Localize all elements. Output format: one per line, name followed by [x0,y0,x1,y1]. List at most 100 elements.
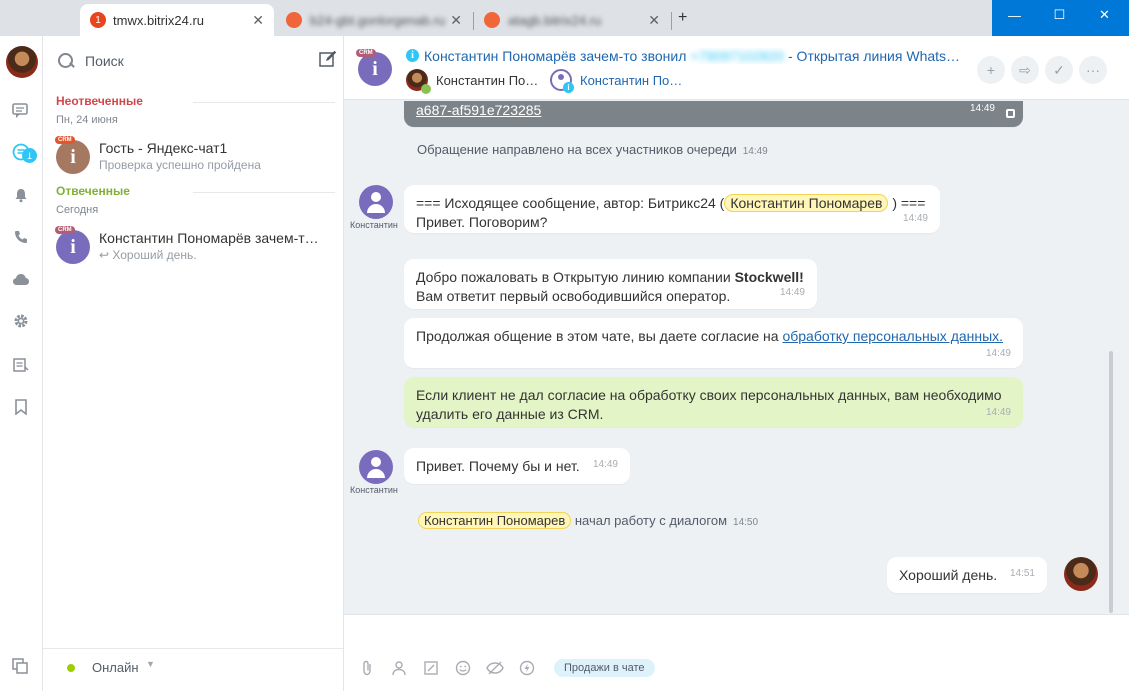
chat-list-item[interactable]: i CRM Константин Пономарёв зачем-т… ↩ Хо… [43,226,343,272]
system-notice: Константин Пономарев начал работу с диал… [418,512,759,529]
lightning-icon[interactable] [518,659,536,677]
chat-title: Гость - Яндекс-чат1 [99,140,228,156]
crm-tag: CRM [55,226,75,234]
divider [193,102,335,103]
app-rail: 1 [0,36,43,691]
contact-list-icon[interactable] [12,356,30,374]
member-avatar: i [550,69,574,93]
open-lines-icon[interactable] [12,143,30,161]
browser-tab[interactable]: atagb.bitrix24.ru ✕ [474,4,670,36]
chevron-down-icon: ▼ [146,659,155,669]
chat-panel: i CRM i Константин Пономарёв зачем-то зв… [344,36,1129,691]
chat-member[interactable]: i Константин По… [550,68,682,93]
sales-in-chat-button[interactable]: Продажи в чате [554,659,655,677]
message-text: === Исходящее сообщение, автор: Битрикс2… [416,195,725,211]
transfer-button[interactable]: ⇨ [1011,56,1039,84]
user-avatar[interactable] [1064,557,1098,591]
user-avatar[interactable] [6,46,38,78]
group-title-answered: Отвеченные [56,184,130,198]
smile-icon[interactable] [454,659,472,677]
message-bubble: Продолжая общение в этом чате, вы даете … [404,318,1023,368]
compose-icon[interactable] [319,50,337,68]
finish-dialog-button[interactable]: ✓ [1045,56,1073,84]
status-label: Онлайн [92,660,139,675]
chat-title-suffix: - Открытая линия Whats… [788,48,961,64]
add-user-button[interactable]: + [977,56,1005,84]
bell-icon[interactable] [12,186,30,204]
user-mention[interactable]: Константин Пономарев [418,512,572,529]
lock-icon [1006,109,1015,118]
message-time: 14:51 [1009,568,1035,579]
crm-tag: CRM [55,136,75,144]
message-link[interactable]: a687-af591e723285 [416,102,541,118]
gear-icon[interactable] [12,312,30,330]
message-composer: Продажи в чате [344,614,1129,691]
bitrix-favicon-icon [286,12,302,28]
chat-subtitle: Проверка успешно пройдена [99,158,261,172]
chat-title[interactable]: Константин Пономарёв зачем-то звонил +79… [424,48,964,64]
message-text: Привет. Поговорим? [416,214,548,230]
message-bubble: Если клиент не дал согласие на обработку… [404,377,1023,427]
message-bubble: Добро пожаловать в Открытую линию компан… [404,259,817,309]
message-list[interactable]: a687-af591e723285 14:49 Обращение направ… [344,101,1129,614]
quick-answers-icon[interactable] [422,659,440,677]
chat-avatar[interactable]: i [358,52,392,86]
search-input[interactable] [85,53,285,69]
chat-list-item[interactable]: i CRM Гость - Яндекс-чат1 Проверка успеш… [43,136,343,182]
new-tab-button[interactable]: + [678,9,687,27]
message-time: 14:49 [985,407,1011,418]
contact-avatar[interactable] [359,450,393,484]
user-mention[interactable]: Константин Пономарев [724,194,889,212]
message-time: 14:50 [733,517,759,528]
close-tab-icon[interactable]: ✕ [450,12,462,29]
message-bubble-own: Хороший день. 14:51 [887,557,1047,593]
chat-avatar: i [56,230,90,264]
browser-tab-active[interactable]: 1 tmwx.bitrix24.ru ✕ [80,4,274,36]
scrollbar[interactable] [1109,351,1113,613]
contact-avatar[interactable] [359,185,393,219]
message-text: Добро пожаловать в Открытую линию компан… [416,269,735,285]
attach-icon[interactable] [358,659,376,677]
header-actions: + ⇨ ✓ ··· [977,56,1107,84]
tab-title: b24-gbt.gonlorgenab.ru [310,12,446,28]
chat-subtitle: ↩ Хороший день. [99,248,197,262]
system-notice: Обращение направлено на всех участников … [417,142,768,157]
user-icon[interactable] [390,659,408,677]
search-bar[interactable] [57,50,337,72]
consent-link[interactable]: обработку персональных данных. [782,328,1003,344]
message-input[interactable] [358,621,1118,647]
cloud-disk-icon[interactable] [12,270,30,288]
composer-toolbar: Продажи в чате [358,659,655,677]
close-tab-icon[interactable]: ✕ [252,12,264,29]
hidden-message-icon[interactable] [486,659,504,677]
windows-layout-icon[interactable] [12,658,28,678]
minimize-button[interactable]: — [992,0,1037,30]
chat-member[interactable]: Константин По… [406,68,538,94]
status-selector[interactable]: Онлайн ▼ [43,648,343,688]
message-bubble: Привет. Почему бы и нет. 14:49 [404,448,630,484]
maximize-button[interactable]: ☐ [1037,0,1082,30]
tab-title: tmwx.bitrix24.ru [113,12,205,28]
info-letter: i [372,57,378,80]
bitrix-favicon-icon [484,12,500,28]
message-time: 14:49 [592,459,618,470]
phone-number-blurred: +79097102820 [690,48,785,64]
chat-bubbles-icon[interactable] [12,102,30,120]
message-time: 14:49 [969,103,995,114]
more-menu-button[interactable]: ··· [1079,56,1107,84]
phone-icon[interactable] [12,228,30,246]
info-icon: i [563,82,574,93]
message-text: Привет. Почему бы и нет. [416,458,580,474]
system-message: a687-af591e723285 14:49 [404,101,1023,127]
browser-tab[interactable]: b24-gbt.gonlorgenab.ru ✕ [276,4,472,36]
search-icon [57,52,75,70]
bookmark-icon[interactable] [12,398,30,416]
close-tab-icon[interactable]: ✕ [648,12,660,29]
close-window-button[interactable]: ✕ [1082,0,1127,30]
message-time: 14:49 [985,348,1011,359]
notification-badge: 1 [90,12,106,28]
contact-name: Константин [350,220,398,230]
message-time: 14:49 [779,287,805,298]
tab-divider [671,12,672,30]
owner-crown-icon [421,84,431,94]
